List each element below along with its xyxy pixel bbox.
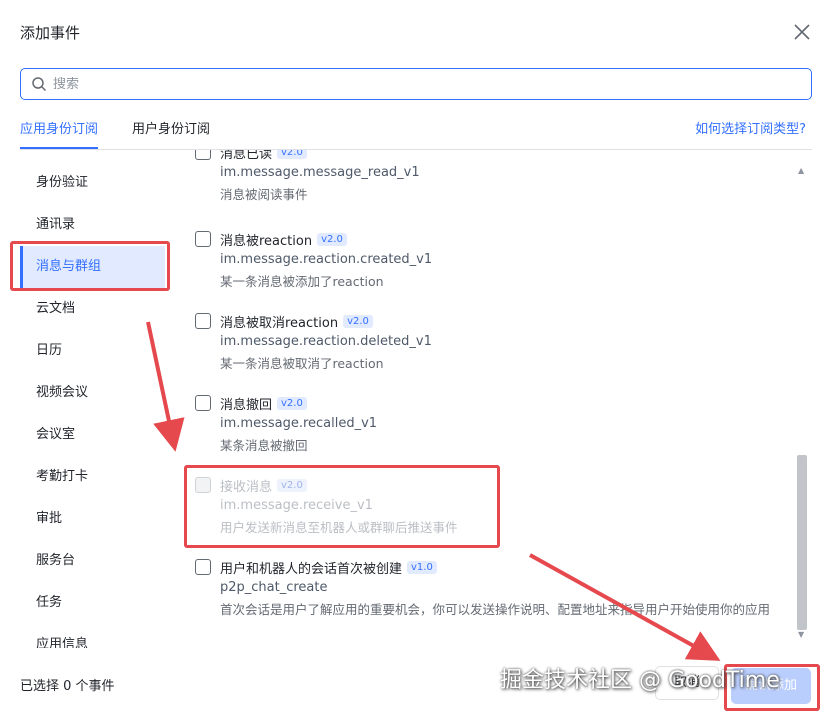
- event-name: 消息被reaction: [220, 233, 313, 249]
- version-badge: v2.0: [277, 150, 307, 159]
- subscription-tabs: 应用身份订阅 用户身份订阅 如何选择订阅类型?: [20, 110, 812, 150]
- scroll-up-icon[interactable]: ▲: [798, 166, 804, 175]
- sidebar-item-tasks[interactable]: 任务: [20, 582, 165, 624]
- search-icon: [32, 77, 47, 92]
- event-key: im.message.reaction.deleted_v1: [220, 334, 432, 349]
- tab-user-identity[interactable]: 用户身份订阅: [132, 118, 210, 137]
- event-item-disabled: 接收消息 v2.0 im.message.receive_v1 用户发送新消息至…: [195, 474, 793, 539]
- category-sidebar: 身份验证 通讯录 消息与群组 云文档 日历 视频会议 会议室 考勤打卡 审批 服…: [20, 162, 165, 648]
- event-item: 消息已读 v2.0 im.message.message_read_v1 消息被…: [195, 150, 793, 206]
- sidebar-item-docs[interactable]: 云文档: [20, 288, 165, 330]
- event-name: 消息被取消reaction: [220, 315, 339, 331]
- event-key: im.message.reaction.created_v1: [220, 252, 433, 267]
- event-desc: 某一条消息被添加了reaction: [220, 274, 384, 289]
- event-name: 接收消息: [220, 479, 273, 495]
- close-icon[interactable]: [792, 22, 812, 42]
- event-checkbox: [195, 477, 211, 493]
- selected-count: 已选择 0 个事件: [20, 679, 115, 694]
- event-checkbox[interactable]: [195, 313, 211, 329]
- sidebar-item-messages-groups[interactable]: 消息与群组: [20, 246, 165, 288]
- dialog-title: 添加事件: [20, 24, 81, 42]
- sidebar-item-app-info[interactable]: 应用信息: [20, 624, 165, 648]
- event-name: 用户和机器人的会话首次被创建: [220, 561, 403, 577]
- event-checkbox[interactable]: [195, 559, 211, 575]
- event-item: 消息被reaction v2.0 im.message.reaction.cre…: [195, 228, 793, 293]
- sidebar-item-contacts[interactable]: 通讯录: [20, 204, 165, 246]
- sidebar-item-attendance[interactable]: 考勤打卡: [20, 456, 165, 498]
- tab-app-identity[interactable]: 应用身份订阅: [20, 118, 99, 149]
- event-item: 消息被取消reaction v2.0 im.message.reaction.d…: [195, 310, 793, 375]
- sidebar-item-video-meeting[interactable]: 视频会议: [20, 372, 165, 414]
- version-badge: v1.0: [407, 560, 437, 574]
- event-desc: 某条消息被撤回: [220, 438, 308, 453]
- scroll-thumb[interactable]: [797, 455, 807, 630]
- search-box[interactable]: [20, 68, 812, 100]
- search-input[interactable]: [53, 76, 793, 92]
- event-name: 消息撤回: [220, 397, 273, 413]
- event-desc: 消息被阅读事件: [220, 187, 308, 202]
- event-item: 用户和机器人的会话首次被创建 v1.0 p2p_chat_create 首次会话…: [195, 556, 793, 621]
- scroll-down-icon[interactable]: ▼: [798, 630, 804, 639]
- version-badge: v2.0: [277, 478, 307, 492]
- version-badge: v2.0: [317, 232, 347, 246]
- cancel-button[interactable]: 取消: [655, 666, 719, 700]
- event-name: 消息已读: [220, 150, 273, 162]
- event-desc: 用户发送新消息至机器人或群聊后推送事件: [220, 520, 458, 535]
- sidebar-item-calendar[interactable]: 日历: [20, 330, 165, 372]
- version-badge: v2.0: [277, 396, 307, 410]
- event-list-scrollbar[interactable]: ▲ ▼: [795, 160, 809, 645]
- event-key: im.message.receive_v1: [220, 498, 373, 513]
- confirm-add-button[interactable]: 确认添加: [731, 668, 811, 704]
- close-button[interactable]: [792, 22, 812, 42]
- subscription-type-help-link[interactable]: 如何选择订阅类型?: [695, 118, 806, 137]
- version-badge: v2.0: [343, 314, 373, 328]
- event-checkbox[interactable]: [195, 231, 211, 247]
- sidebar-item-identity[interactable]: 身份验证: [20, 162, 165, 204]
- sidebar-item-approval[interactable]: 审批: [20, 498, 165, 540]
- sidebar-item-helpdesk[interactable]: 服务台: [20, 540, 165, 582]
- event-checkbox[interactable]: [195, 395, 211, 411]
- event-desc: 首次会话是用户了解应用的重要机会，你可以发送操作说明、配置地址来指导用户开始使用…: [220, 602, 771, 617]
- sidebar-item-meeting-room[interactable]: 会议室: [20, 414, 165, 456]
- event-item: 消息撤回 v2.0 im.message.recalled_v1 某条消息被撤回: [195, 392, 793, 457]
- event-key: im.message.message_read_v1: [220, 165, 420, 180]
- event-list: 消息已读 v2.0 im.message.message_read_v1 消息被…: [195, 150, 793, 650]
- event-key: p2p_chat_create: [220, 580, 328, 595]
- event-desc: 某一条消息被取消了reaction: [220, 356, 384, 371]
- event-key: im.message.recalled_v1: [220, 416, 378, 431]
- event-checkbox[interactable]: [195, 150, 211, 160]
